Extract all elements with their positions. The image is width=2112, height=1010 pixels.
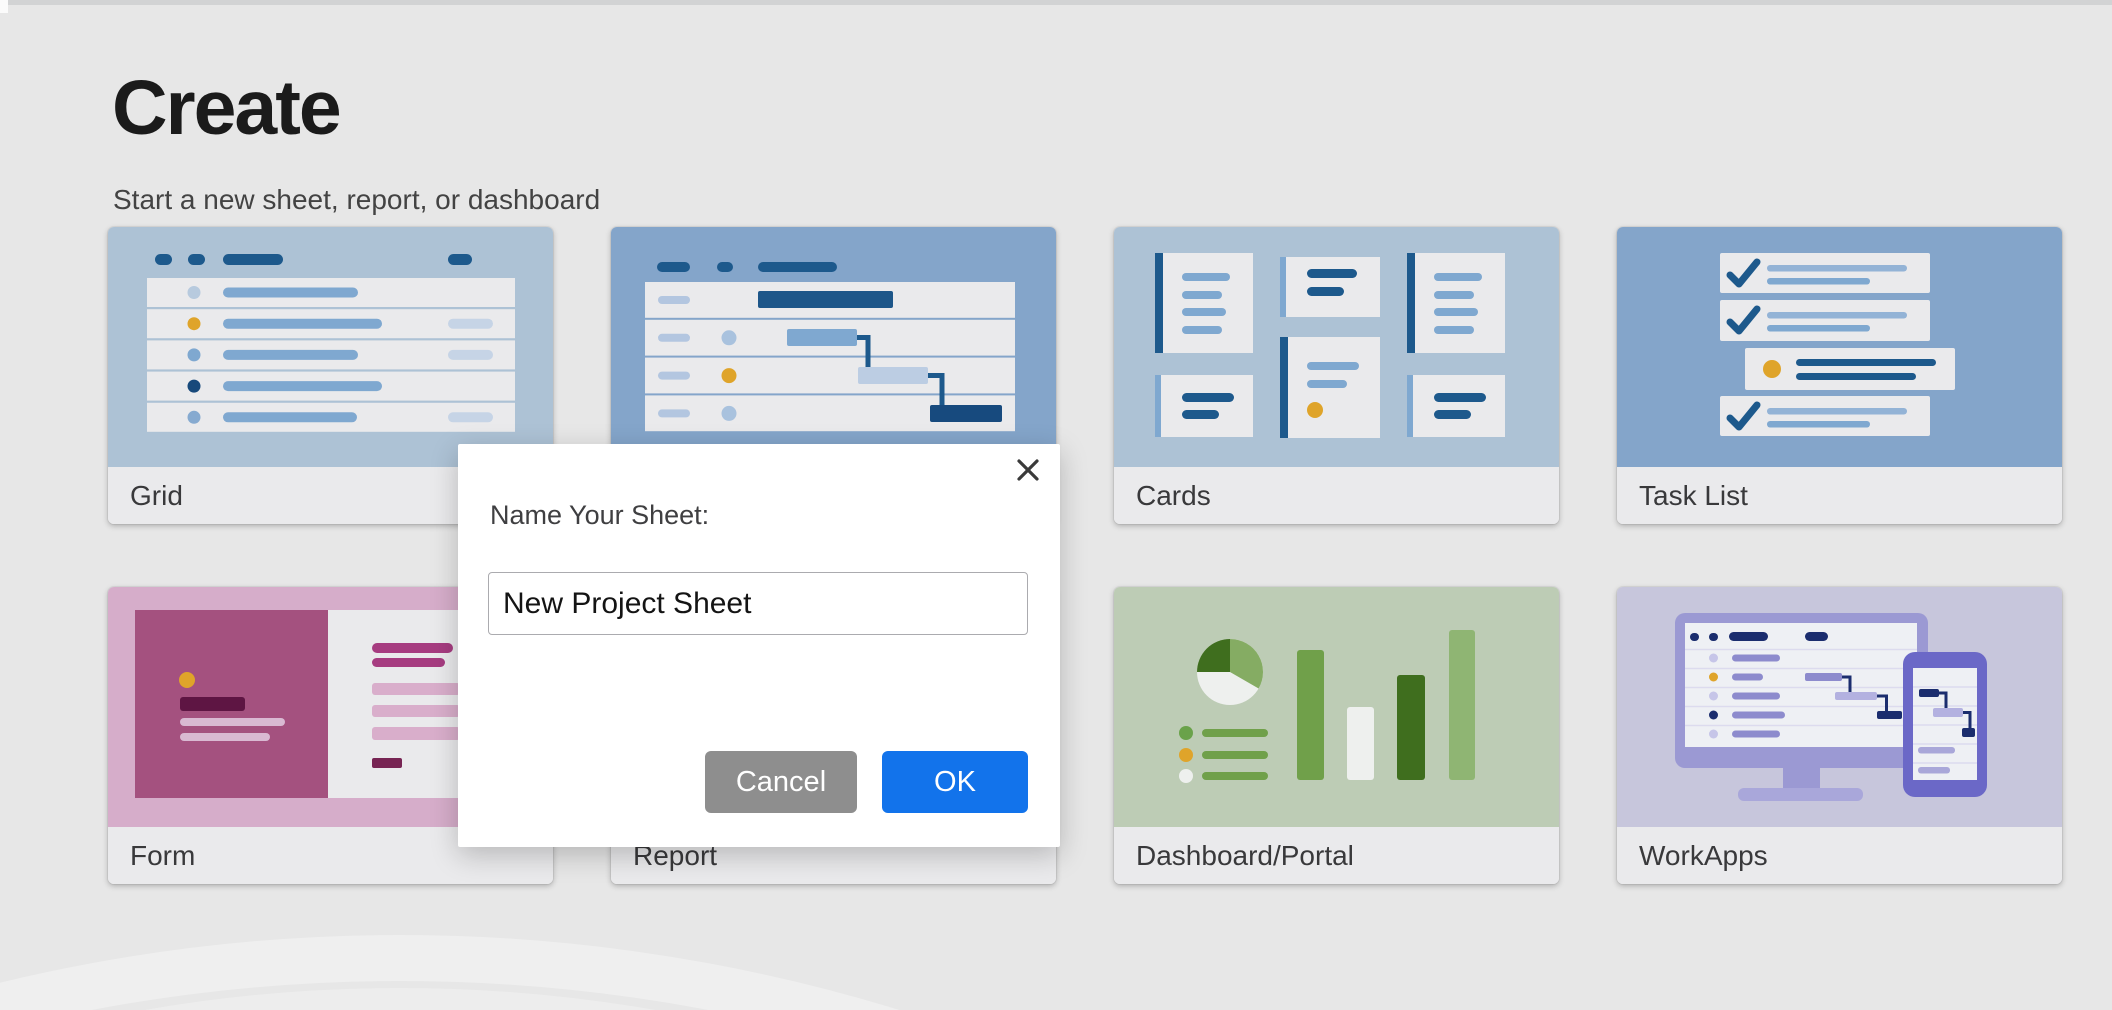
card-label-workapps: WorkApps — [1617, 827, 2062, 884]
create-screen: Create Start a new sheet, report, or das… — [0, 0, 2112, 1010]
cards-thumbnail — [1114, 227, 1559, 467]
x-close-glyph — [1015, 457, 1041, 483]
cancel-button[interactable]: Cancel — [705, 751, 857, 813]
grid-thumbnail — [108, 227, 553, 467]
ok-button[interactable]: OK — [882, 751, 1028, 813]
task-list-thumbnail — [1617, 227, 2062, 467]
dashboard-thumbnail — [1114, 587, 1559, 827]
name-sheet-dialog: Name Your Sheet: Cancel OK — [458, 444, 1060, 847]
page-title: Create — [112, 64, 340, 153]
card-label-task-list: Task List — [1617, 467, 2062, 524]
template-card-workapps[interactable]: WorkApps — [1617, 587, 2062, 884]
background-watermark-arc — [0, 935, 2100, 1010]
top-left-notch — [0, 0, 8, 13]
card-label-cards: Cards — [1114, 467, 1559, 524]
cards-thumbnail-art — [1114, 227, 1559, 467]
template-card-cards[interactable]: Cards — [1114, 227, 1559, 524]
grid-thumbnail-art — [108, 227, 553, 467]
template-card-dashboard[interactable]: Dashboard/Portal — [1114, 587, 1559, 884]
gantt-thumbnail-art — [611, 227, 1056, 467]
page-subtitle: Start a new sheet, report, or dashboard — [113, 184, 600, 216]
gantt-thumbnail — [611, 227, 1056, 467]
template-card-task-list[interactable]: Task List — [1617, 227, 2062, 524]
dialog-title: Name Your Sheet: — [490, 500, 709, 531]
close-icon[interactable] — [1015, 457, 1041, 483]
background-watermark-arc-2 — [0, 988, 1890, 1010]
top-window-strip — [0, 0, 2112, 5]
workapps-thumbnail — [1617, 587, 2062, 827]
sheet-name-input[interactable] — [488, 572, 1028, 635]
workapps-thumbnail-art — [1617, 587, 2062, 827]
dashboard-thumbnail-art — [1114, 587, 1559, 827]
task-list-thumbnail-art — [1617, 227, 2062, 467]
card-label-dashboard: Dashboard/Portal — [1114, 827, 1559, 884]
